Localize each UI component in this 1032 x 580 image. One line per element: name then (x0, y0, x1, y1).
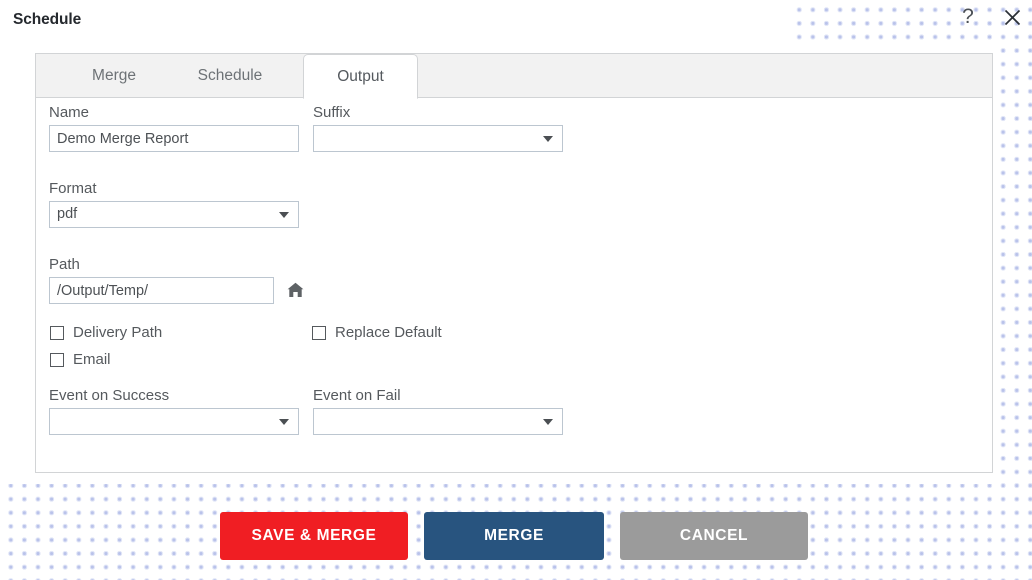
path-input[interactable] (49, 277, 274, 304)
tab-strip: Merge Schedule Output (36, 54, 992, 98)
tab-merge[interactable]: Merge (67, 54, 161, 98)
chevron-down-icon (279, 212, 289, 218)
format-label: Format (49, 180, 97, 197)
close-icon[interactable] (999, 4, 1025, 30)
output-settings-panel: Merge Schedule Output Name Suffix Format… (35, 53, 993, 473)
event-on-fail-label: Event on Fail (313, 387, 401, 404)
tab-schedule[interactable]: Schedule (173, 54, 287, 98)
checkbox-email-label: Email (73, 351, 111, 368)
format-select-value: pdf (57, 206, 77, 222)
format-select[interactable]: pdf (49, 201, 299, 228)
checkbox-delivery-path[interactable]: Delivery Path (50, 324, 162, 341)
home-icon[interactable] (284, 279, 306, 301)
event-on-success-label: Event on Success (49, 387, 169, 404)
action-button-bar: SAVE & MERGE MERGE CANCEL (0, 512, 1032, 566)
checkbox-box-icon (50, 353, 64, 367)
name-label: Name (49, 104, 89, 121)
path-label: Path (49, 256, 80, 273)
chevron-down-icon (279, 419, 289, 425)
name-input[interactable] (49, 125, 299, 152)
checkbox-email[interactable]: Email (50, 351, 111, 368)
chevron-down-icon (543, 136, 553, 142)
tab-output[interactable]: Output (303, 54, 418, 99)
checkbox-delivery-path-label: Delivery Path (73, 324, 162, 341)
help-icon[interactable]: ? (955, 4, 981, 30)
checkbox-box-icon (50, 326, 64, 340)
suffix-select[interactable] (313, 125, 563, 152)
event-on-success-select[interactable] (49, 408, 299, 435)
save-and-merge-button[interactable]: SAVE & MERGE (220, 512, 408, 560)
window-header: Schedule ? (0, 0, 1032, 44)
chevron-down-icon (543, 419, 553, 425)
cancel-button[interactable]: CANCEL (620, 512, 808, 560)
suffix-label: Suffix (313, 104, 350, 121)
page-title: Schedule (13, 11, 81, 29)
output-form: Name Suffix Format pdf Path Delivery Pat… (36, 98, 992, 472)
checkbox-box-icon (312, 326, 326, 340)
event-on-fail-select[interactable] (313, 408, 563, 435)
checkbox-replace-default-label: Replace Default (335, 324, 442, 341)
merge-button[interactable]: MERGE (424, 512, 604, 560)
checkbox-replace-default[interactable]: Replace Default (312, 324, 442, 341)
